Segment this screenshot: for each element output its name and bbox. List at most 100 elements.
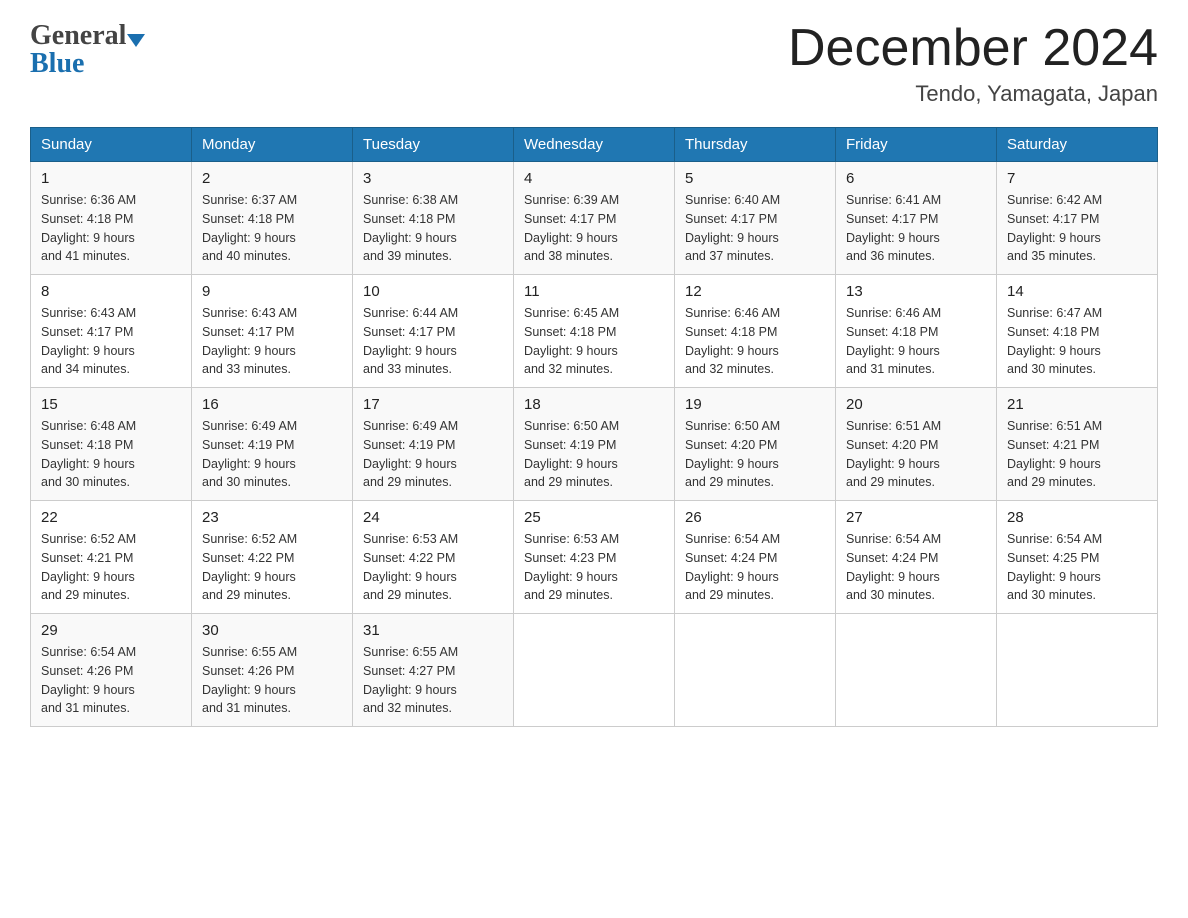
day-info: Sunrise: 6:49 AMSunset: 4:19 PMDaylight:… <box>202 417 342 492</box>
day-number: 2 <box>202 170 342 187</box>
day-cell: 10 Sunrise: 6:44 AMSunset: 4:17 PMDayligh… <box>353 275 514 388</box>
day-cell: 18Sunrise: 6:50 AMSunset: 4:19 PMDayligh… <box>514 388 675 501</box>
day-number: 24 <box>363 509 503 526</box>
day-cell: 17 Sunrise: 6:49 AMSunset: 4:19 PMDayligh… <box>353 388 514 501</box>
day-info: Sunrise: 6:46 AMSunset: 4:18 PMDaylight:… <box>685 304 825 379</box>
day-info: Sunrise: 6:45 AMSunset: 4:18 PMDaylight:… <box>524 304 664 379</box>
day-info: Sunrise: 6:53 AMSunset: 4:22 PMDaylight:… <box>363 530 503 605</box>
day-cell: 22 Sunrise: 6:52 AMSunset: 4:21 PMDayligh… <box>31 501 192 614</box>
day-number: 7 <box>1007 170 1147 187</box>
header-tuesday: Tuesday <box>353 128 514 162</box>
day-number: 5 <box>685 170 825 187</box>
day-cell <box>997 614 1158 727</box>
week-row-2: 8Sunrise: 6:43 AMSunset: 4:17 PMDaylight… <box>31 275 1158 388</box>
day-info: Sunrise: 6:54 AMSunset: 4:24 PMDaylight:… <box>846 530 986 605</box>
day-info: Sunrise: 6:49 AMSunset: 4:19 PMDaylight:… <box>363 417 503 492</box>
day-number: 17 <box>363 396 503 413</box>
logo-triangle-icon <box>127 34 145 47</box>
day-number: 21 <box>1007 396 1147 413</box>
day-info: Sunrise: 6:37 AMSunset: 4:18 PMDaylight:… <box>202 191 342 266</box>
day-cell: 30 Sunrise: 6:55 AMSunset: 4:26 PMDayligh… <box>192 614 353 727</box>
day-cell: 27Sunrise: 6:54 AMSunset: 4:24 PMDayligh… <box>836 501 997 614</box>
day-cell: 11 Sunrise: 6:45 AMSunset: 4:18 PMDayligh… <box>514 275 675 388</box>
calendar-title: December 2024 <box>788 20 1158 77</box>
day-info: Sunrise: 6:51 AMSunset: 4:21 PMDaylight:… <box>1007 417 1147 492</box>
day-info: Sunrise: 6:48 AMSunset: 4:18 PMDaylight:… <box>41 417 181 492</box>
day-number: 9 <box>202 283 342 300</box>
day-info: Sunrise: 6:46 AMSunset: 4:18 PMDaylight:… <box>846 304 986 379</box>
day-info: Sunrise: 6:54 AMSunset: 4:24 PMDaylight:… <box>685 530 825 605</box>
header-row: SundayMondayTuesdayWednesdayThursdayFrid… <box>31 128 1158 162</box>
day-cell: 7 Sunrise: 6:42 AMSunset: 4:17 PMDaylight… <box>997 162 1158 275</box>
day-info: Sunrise: 6:36 AMSunset: 4:18 PMDaylight:… <box>41 191 181 266</box>
header-sunday: Sunday <box>31 128 192 162</box>
day-cell: 21 Sunrise: 6:51 AMSunset: 4:21 PMDayligh… <box>997 388 1158 501</box>
week-row-5: 29 Sunrise: 6:54 AMSunset: 4:26 PMDayligh… <box>31 614 1158 727</box>
day-number: 16 <box>202 396 342 413</box>
day-cell: 14Sunrise: 6:47 AMSunset: 4:18 PMDayligh… <box>997 275 1158 388</box>
week-row-4: 22 Sunrise: 6:52 AMSunset: 4:21 PMDayligh… <box>31 501 1158 614</box>
day-info: Sunrise: 6:39 AMSunset: 4:17 PMDaylight:… <box>524 191 664 266</box>
day-number: 3 <box>363 170 503 187</box>
day-number: 29 <box>41 622 181 639</box>
day-info: Sunrise: 6:53 AMSunset: 4:23 PMDaylight:… <box>524 530 664 605</box>
day-cell: 19Sunrise: 6:50 AMSunset: 4:20 PMDayligh… <box>675 388 836 501</box>
day-info: Sunrise: 6:42 AMSunset: 4:17 PMDaylight:… <box>1007 191 1147 266</box>
day-number: 10 <box>363 283 503 300</box>
day-cell: 8Sunrise: 6:43 AMSunset: 4:17 PMDaylight… <box>31 275 192 388</box>
day-number: 12 <box>685 283 825 300</box>
day-number: 11 <box>524 283 664 300</box>
day-cell: 25 Sunrise: 6:53 AMSunset: 4:23 PMDayligh… <box>514 501 675 614</box>
day-info: Sunrise: 6:54 AMSunset: 4:25 PMDaylight:… <box>1007 530 1147 605</box>
day-info: Sunrise: 6:44 AMSunset: 4:17 PMDaylight:… <box>363 304 503 379</box>
header-wednesday: Wednesday <box>514 128 675 162</box>
calendar-subtitle: Tendo, Yamagata, Japan <box>788 81 1158 107</box>
day-cell: 1 Sunrise: 6:36 AMSunset: 4:18 PMDaylight… <box>31 162 192 275</box>
day-cell: 9 Sunrise: 6:43 AMSunset: 4:17 PMDaylight… <box>192 275 353 388</box>
header-saturday: Saturday <box>997 128 1158 162</box>
header-friday: Friday <box>836 128 997 162</box>
day-info: Sunrise: 6:52 AMSunset: 4:21 PMDaylight:… <box>41 530 181 605</box>
day-cell <box>836 614 997 727</box>
day-number: 6 <box>846 170 986 187</box>
page-header: General Blue December 2024 Tendo, Yamaga… <box>30 20 1158 107</box>
day-cell: 6 Sunrise: 6:41 AMSunset: 4:17 PMDaylight… <box>836 162 997 275</box>
day-info: Sunrise: 6:55 AMSunset: 4:26 PMDaylight:… <box>202 643 342 718</box>
day-cell: 16 Sunrise: 6:49 AMSunset: 4:19 PMDayligh… <box>192 388 353 501</box>
day-cell: 28 Sunrise: 6:54 AMSunset: 4:25 PMDayligh… <box>997 501 1158 614</box>
day-info: Sunrise: 6:52 AMSunset: 4:22 PMDaylight:… <box>202 530 342 605</box>
day-info: Sunrise: 6:40 AMSunset: 4:17 PMDaylight:… <box>685 191 825 266</box>
day-number: 19 <box>685 396 825 413</box>
week-row-1: 1 Sunrise: 6:36 AMSunset: 4:18 PMDaylight… <box>31 162 1158 275</box>
day-info: Sunrise: 6:43 AMSunset: 4:17 PMDaylight:… <box>202 304 342 379</box>
day-number: 25 <box>524 509 664 526</box>
day-info: Sunrise: 6:50 AMSunset: 4:19 PMDaylight:… <box>524 417 664 492</box>
title-block: December 2024 Tendo, Yamagata, Japan <box>788 20 1158 107</box>
day-number: 13 <box>846 283 986 300</box>
day-number: 22 <box>41 509 181 526</box>
day-cell: 5 Sunrise: 6:40 AMSunset: 4:17 PMDaylight… <box>675 162 836 275</box>
day-number: 23 <box>202 509 342 526</box>
day-number: 1 <box>41 170 181 187</box>
day-number: 20 <box>846 396 986 413</box>
day-info: Sunrise: 6:38 AMSunset: 4:18 PMDaylight:… <box>363 191 503 266</box>
header-thursday: Thursday <box>675 128 836 162</box>
day-cell: 4Sunrise: 6:39 AMSunset: 4:17 PMDaylight… <box>514 162 675 275</box>
calendar-table: SundayMondayTuesdayWednesdayThursdayFrid… <box>30 127 1158 727</box>
logo-blue-text: Blue <box>30 48 84 80</box>
day-cell: 26 Sunrise: 6:54 AMSunset: 4:24 PMDayligh… <box>675 501 836 614</box>
day-cell: 13 Sunrise: 6:46 AMSunset: 4:18 PMDayligh… <box>836 275 997 388</box>
day-cell <box>675 614 836 727</box>
day-number: 30 <box>202 622 342 639</box>
day-cell: 31Sunrise: 6:55 AMSunset: 4:27 PMDayligh… <box>353 614 514 727</box>
day-number: 28 <box>1007 509 1147 526</box>
logo: General Blue <box>30 20 145 80</box>
day-info: Sunrise: 6:41 AMSunset: 4:17 PMDaylight:… <box>846 191 986 266</box>
day-cell <box>514 614 675 727</box>
day-number: 26 <box>685 509 825 526</box>
day-info: Sunrise: 6:55 AMSunset: 4:27 PMDaylight:… <box>363 643 503 718</box>
day-info: Sunrise: 6:54 AMSunset: 4:26 PMDaylight:… <box>41 643 181 718</box>
week-row-3: 15Sunrise: 6:48 AMSunset: 4:18 PMDayligh… <box>31 388 1158 501</box>
day-cell: 3 Sunrise: 6:38 AMSunset: 4:18 PMDaylight… <box>353 162 514 275</box>
header-monday: Monday <box>192 128 353 162</box>
